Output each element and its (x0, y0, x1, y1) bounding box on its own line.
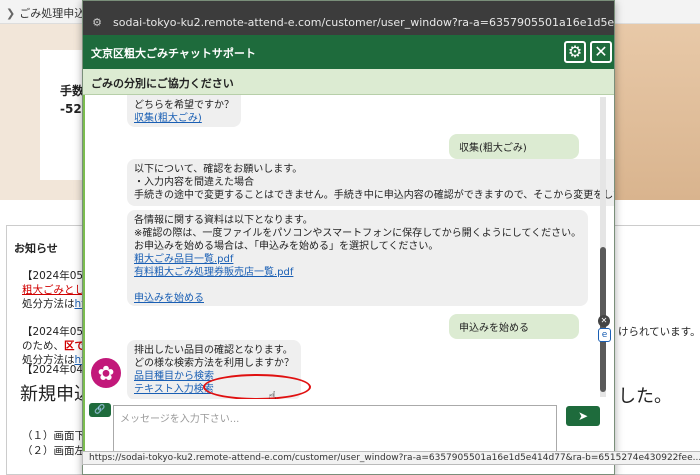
background-banner-image (615, 24, 700, 200)
bot-message-2: 以下について、確認をお願いします。 ・入力内容を間違えた場合 手続きの途中で変更… (127, 159, 614, 206)
chat-popup-window: ⚙ sodai-tokyo-ku2.remote-attend-e.com/cu… (82, 0, 615, 475)
news-title: お知らせ (14, 242, 58, 255)
site-info-icon[interactable]: ⚙ (90, 16, 104, 30)
background-tab[interactable]: ❯ ごみ処理申込 (6, 5, 85, 21)
status-bar-url: https://sodai-tokyo-ku2.remote-attend-e.… (82, 451, 700, 465)
step-1: （１）画面下 (22, 430, 85, 442)
bot-message-3: 各情報に関する資料は以下となります。 ※確認の際は、一度ファイルをパソコンやスマ… (127, 210, 589, 306)
link-item-list-pdf[interactable]: 粗大ごみ品目一覧.pdf (134, 253, 581, 266)
news2-tail: けられています。そ (618, 326, 700, 338)
gear-icon[interactable]: ⚙ (564, 41, 586, 63)
side-badges: ✕ e (598, 315, 612, 342)
news1-method: 処分方法はht (22, 298, 86, 310)
chat-scrollbar[interactable] (600, 97, 606, 397)
address-bar: ⚙ sodai-tokyo-ku2.remote-attend-e.com/cu… (83, 11, 614, 35)
heading-tail: した。 (618, 386, 672, 407)
step-2: （２）画面左 (22, 445, 85, 457)
chat-header: 文京区粗大ごみチャットサポート ⚙ ✕ (83, 35, 614, 69)
user-message-1: 収集(粗大ごみ) (449, 134, 579, 159)
window-title-bar (83, 1, 614, 11)
close-badge-icon[interactable]: ✕ (598, 315, 610, 327)
edge-extension-icon[interactable]: e (598, 328, 611, 342)
message-input[interactable] (113, 405, 557, 455)
chevron-right-icon: ❯ (6, 7, 16, 20)
bot-message-1: どちらを希望ですか？ 収集(粗大ごみ) (127, 95, 241, 127)
subheader-text: ごみの分別にご協力ください (91, 77, 234, 90)
attach-icon[interactable]: 🔗 (89, 403, 111, 417)
link-store-list-pdf[interactable]: 有料粗大ごみ処理券販売店一覧.pdf (134, 266, 581, 279)
bot-avatar-icon: ✿ (91, 358, 121, 388)
address-url[interactable]: sodai-tokyo-ku2.remote-attend-e.com/cust… (113, 16, 614, 29)
link-start-application[interactable]: 申込みを始める (134, 292, 581, 305)
send-button[interactable]: ➤ (566, 406, 600, 426)
close-icon[interactable]: ✕ (590, 41, 612, 63)
chat-subheader: ごみの分別にご協力ください (83, 69, 614, 95)
chat-title: 文京区粗大ごみチャットサポート (91, 47, 256, 60)
news2-text: のため、区で (22, 340, 85, 352)
user-message-2: 申込みを始める (449, 314, 579, 339)
link-collection[interactable]: 収集(粗大ごみ) (134, 112, 234, 125)
fee-label: 手数 (60, 84, 85, 98)
highlight-annotation (203, 374, 311, 400)
